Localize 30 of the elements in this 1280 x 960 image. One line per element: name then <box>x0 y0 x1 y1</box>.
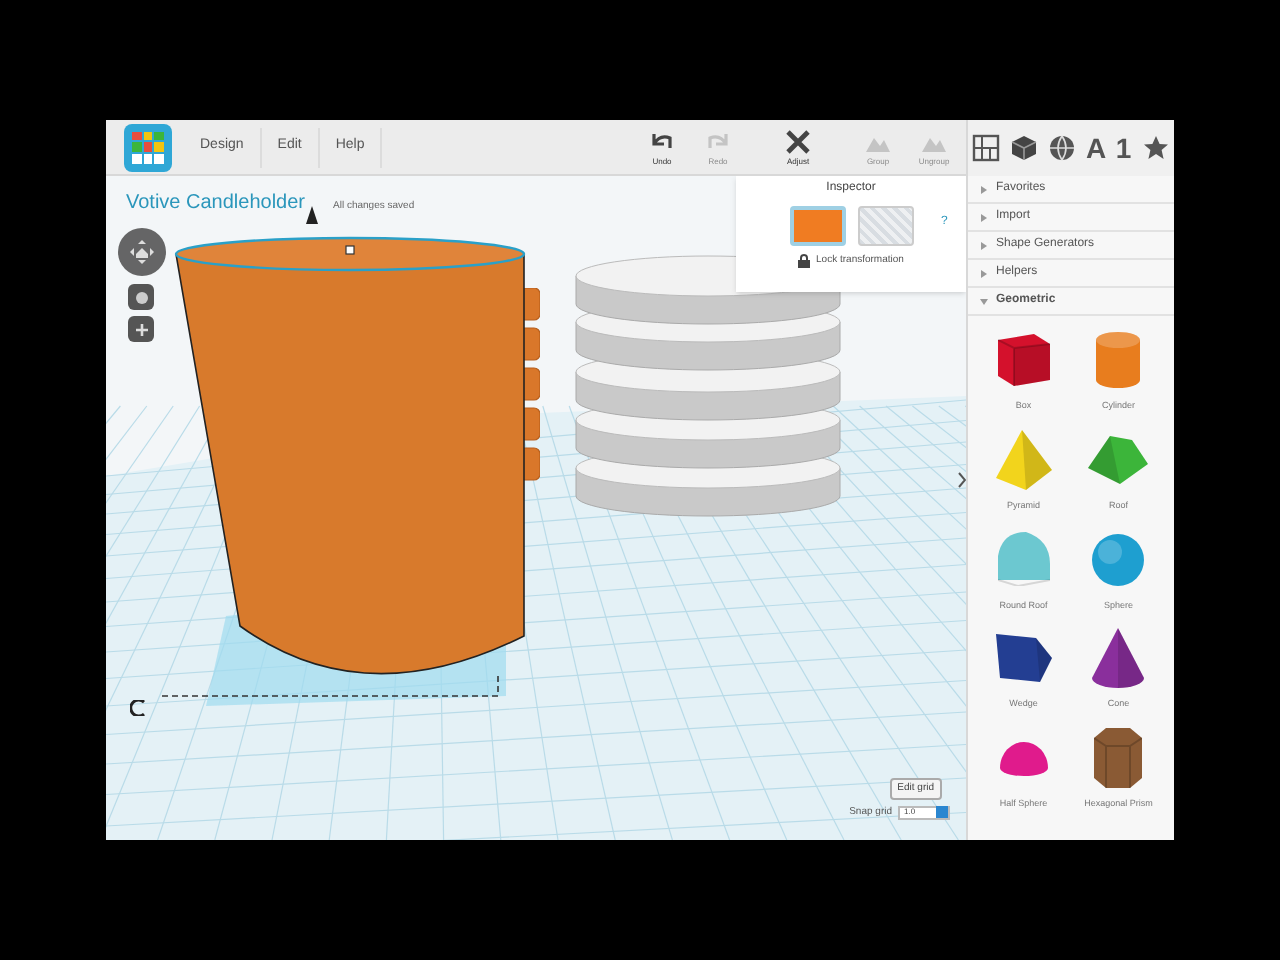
home-arrows-icon <box>128 238 156 266</box>
view-cube-button[interactable] <box>128 284 154 310</box>
star-icon <box>1141 133 1170 161</box>
chevron-right-icon <box>958 472 966 488</box>
app-logo[interactable] <box>124 123 172 171</box>
zoom-in-button[interactable] <box>128 316 154 342</box>
panel-tab[interactable]: A <box>1085 133 1107 161</box>
circle-icon <box>133 289 149 305</box>
cross-tools-icon <box>784 128 812 156</box>
grid-icon <box>972 133 1001 161</box>
panel-tab[interactable]: 1 <box>1115 133 1132 161</box>
panel-tab[interactable] <box>1141 133 1170 161</box>
cube-icon <box>1010 133 1039 161</box>
collapse-handle[interactable] <box>958 472 966 488</box>
panel-tab[interactable] <box>1010 133 1039 161</box>
caret-right-icon <box>980 213 988 221</box>
hole-swatch[interactable] <box>857 206 913 246</box>
caret-right-icon <box>980 241 988 249</box>
design-title: Votive Candleholder <box>126 190 306 218</box>
caret-right-icon <box>980 269 988 277</box>
lock-icon <box>798 254 811 269</box>
plus-icon <box>133 321 149 337</box>
height-arrow-icon <box>306 206 318 224</box>
color-swatch[interactable] <box>789 206 845 246</box>
caret-right-icon <box>980 185 988 193</box>
globe-icon <box>1048 133 1077 161</box>
rotate-handle-icon <box>130 700 146 716</box>
caret-down-icon <box>980 297 988 305</box>
view-navigation-control[interactable] <box>118 228 166 276</box>
panel-tab[interactable] <box>972 133 1001 161</box>
